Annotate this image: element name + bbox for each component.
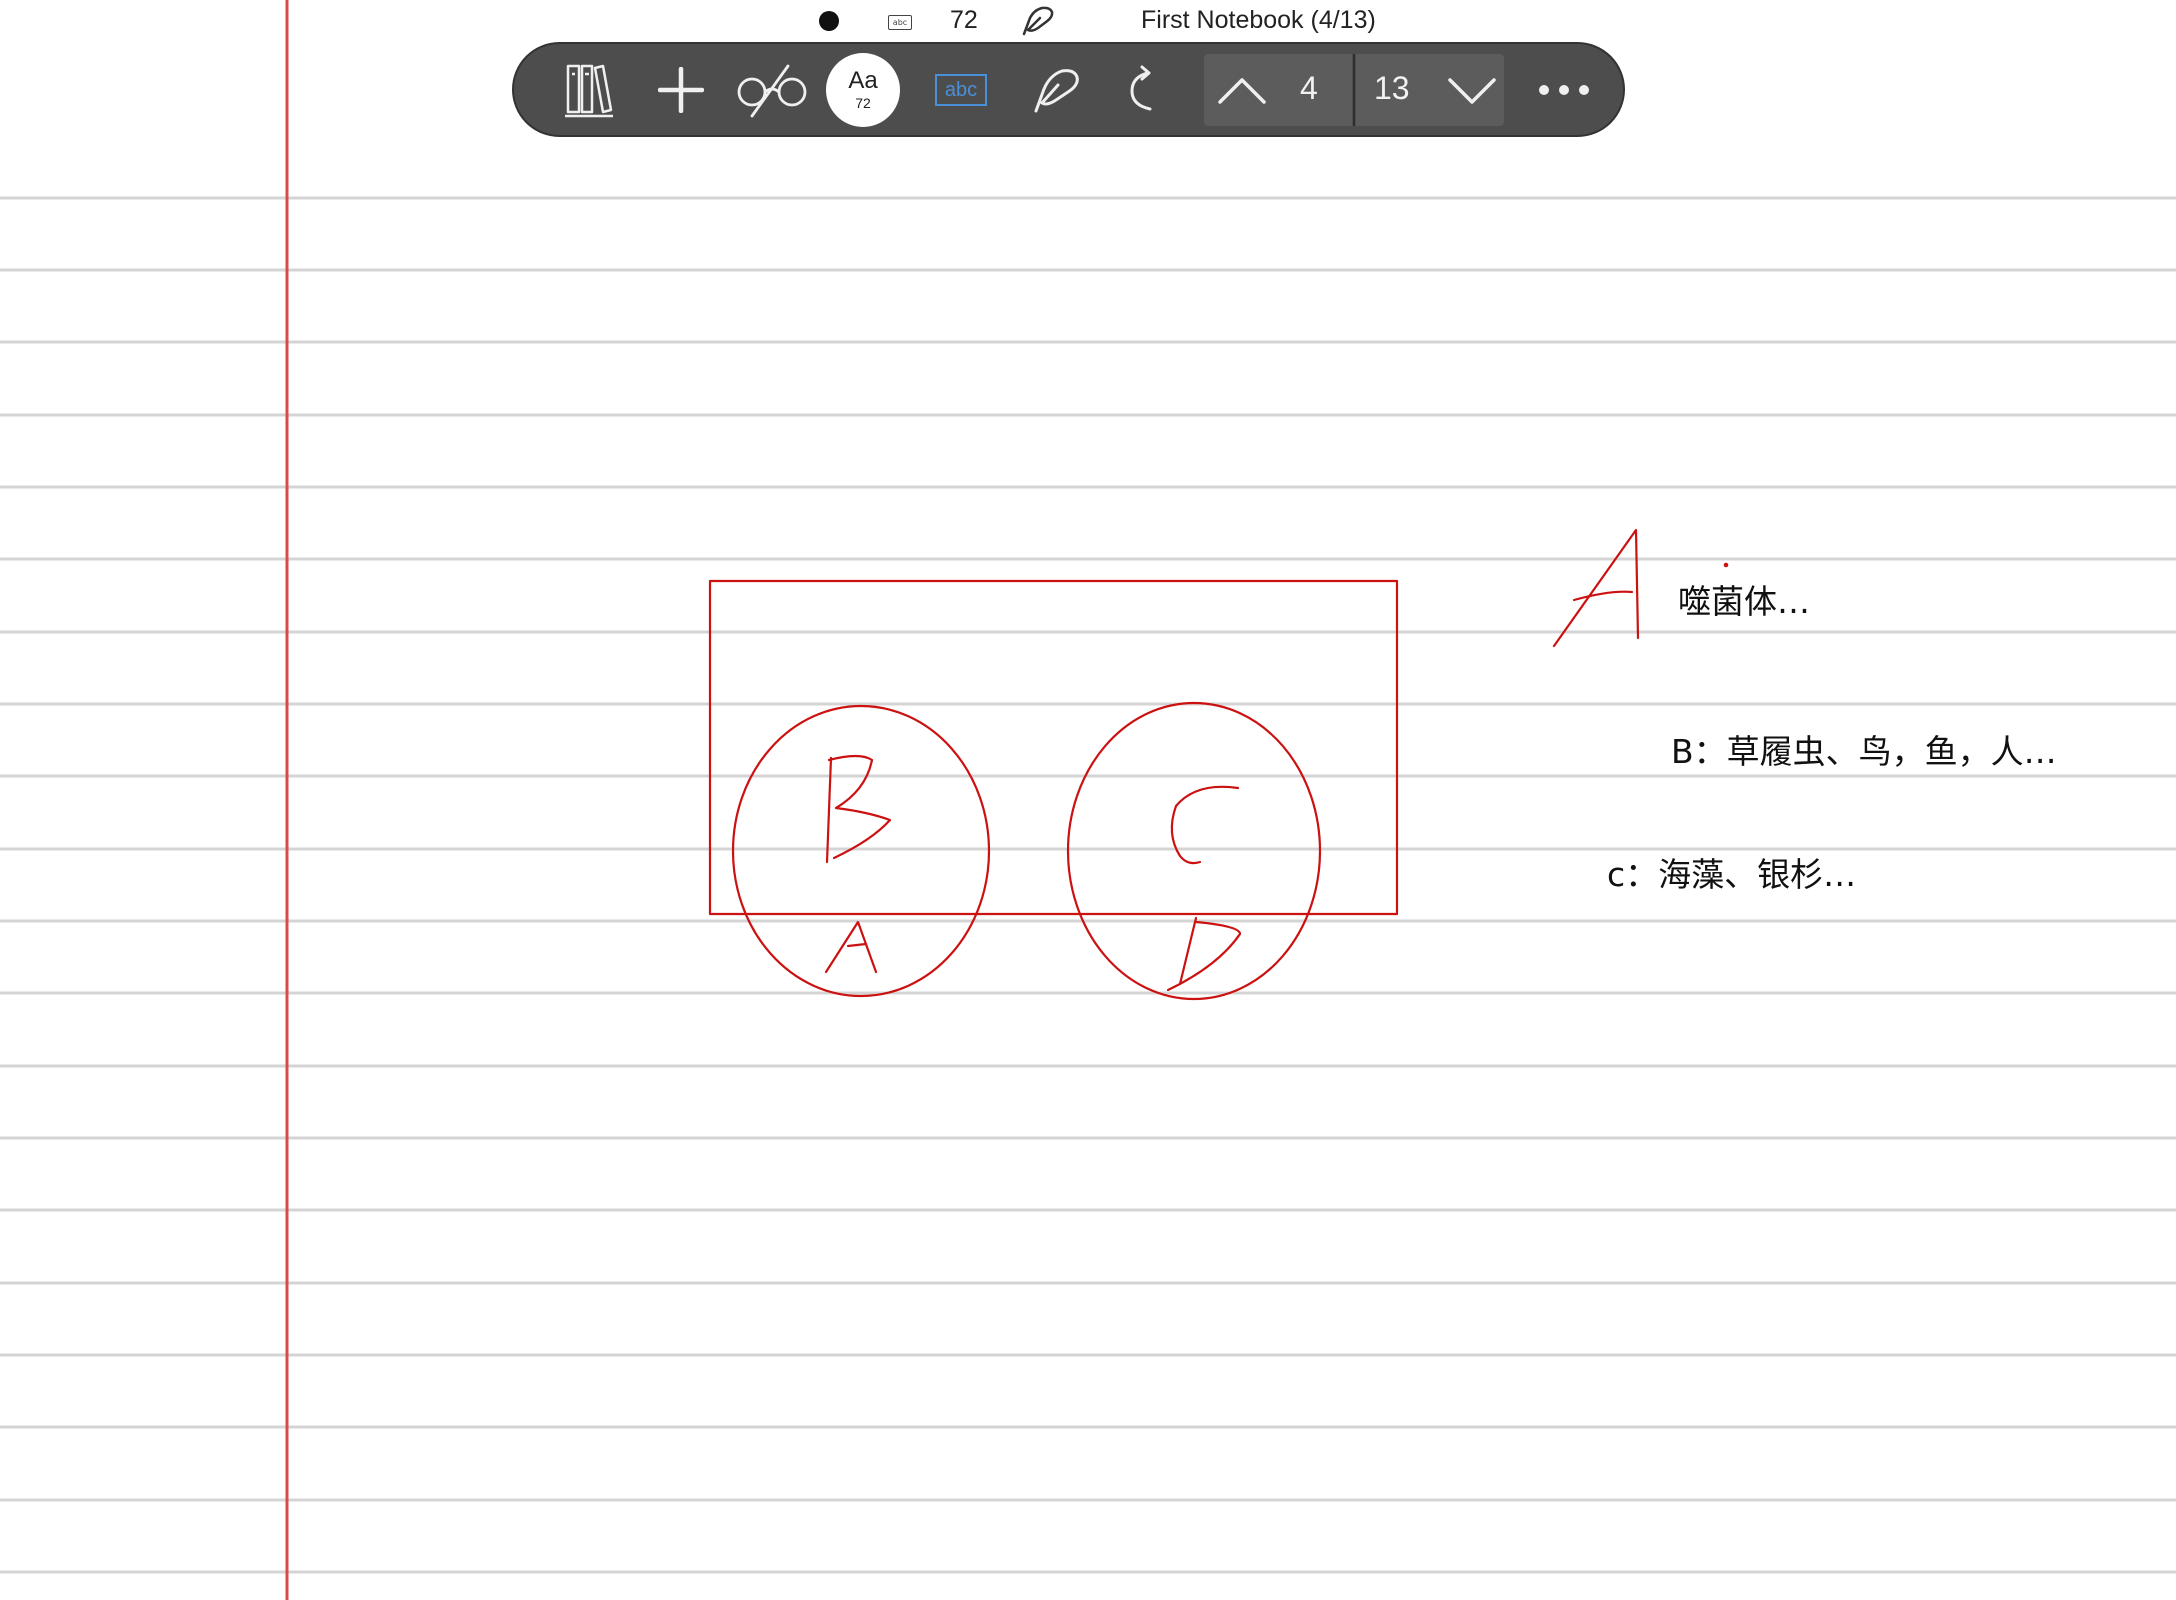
status-strip: abc 72 First Notebook (4/13): [0, 0, 2176, 44]
font-button-size: 72: [855, 95, 871, 111]
font-button-label: Aa: [848, 67, 878, 94]
add-page-button[interactable]: [646, 44, 716, 135]
pen-color-indicator-icon: [819, 11, 839, 31]
redo-icon: [1130, 65, 1152, 110]
read-mode-button[interactable]: [732, 44, 812, 135]
page-nav-divider: [1353, 54, 1355, 126]
more-button[interactable]: [1534, 66, 1594, 114]
glasses-icon: [737, 64, 807, 117]
chevron-up-icon[interactable]: [1216, 68, 1268, 112]
pen-icon: [1034, 68, 1079, 112]
notebook-title: First Notebook (4/13): [1141, 6, 1376, 34]
chevron-down-icon[interactable]: [1446, 68, 1498, 112]
note-c-text: c：海藻、银杉…: [1607, 855, 1857, 894]
more-icon: [1539, 85, 1589, 95]
total-page-number: 13: [1374, 70, 1410, 106]
pen-tool-button[interactable]: [1022, 44, 1092, 135]
page-navigator: 4 13: [1204, 54, 1504, 126]
ruled-paper: [0, 0, 2176, 1600]
font-size-indicator: 72: [950, 6, 978, 34]
font-size-button[interactable]: Aa 72: [826, 53, 900, 127]
redo-button[interactable]: [1114, 44, 1174, 135]
plus-icon: [658, 66, 704, 113]
note-b-text: B：草履虫、鸟，鱼，人…: [1671, 732, 2057, 771]
text-tool-button[interactable]: abc: [935, 74, 987, 106]
note-a-text: 噬菌体…: [1678, 582, 1810, 621]
notebook-page[interactable]: abc 72 First Notebook (4/13) Aa 72 abc 4…: [0, 0, 2176, 1600]
pen-indicator-icon: [1022, 6, 1054, 36]
library-icon: [565, 64, 613, 117]
text-mode-indicator-icon: abc: [888, 15, 912, 30]
library-button[interactable]: [554, 44, 624, 135]
main-toolbar: Aa 72 abc 4 13: [512, 42, 1625, 137]
current-page-number: 4: [1300, 70, 1318, 106]
